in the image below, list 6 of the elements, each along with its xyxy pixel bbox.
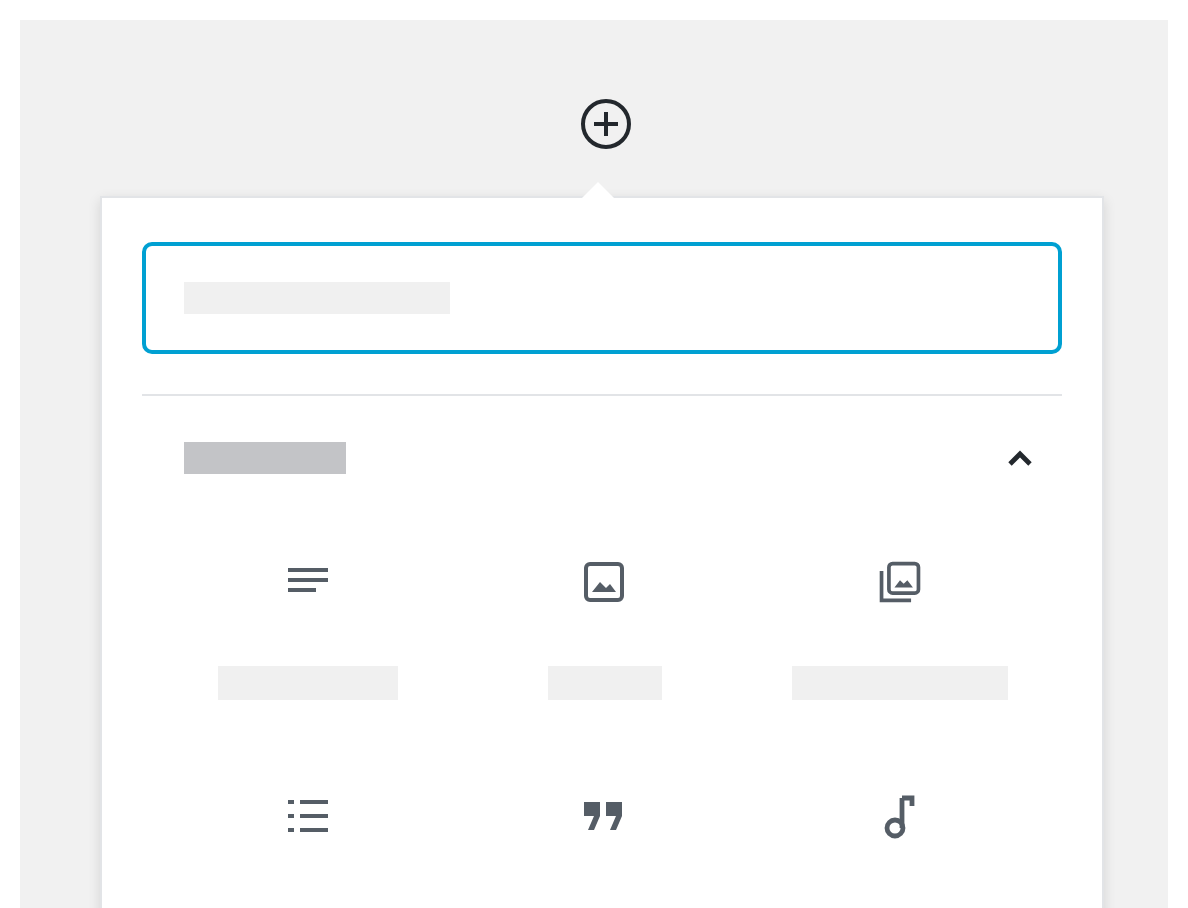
search-field[interactable] xyxy=(142,242,1062,354)
image-icon[interactable] xyxy=(580,558,628,606)
gallery-icon[interactable] xyxy=(874,558,926,606)
music-note-icon[interactable] xyxy=(884,792,916,840)
chevron-icon[interactable] xyxy=(1006,448,1034,468)
add-block-icon[interactable] xyxy=(580,98,632,150)
